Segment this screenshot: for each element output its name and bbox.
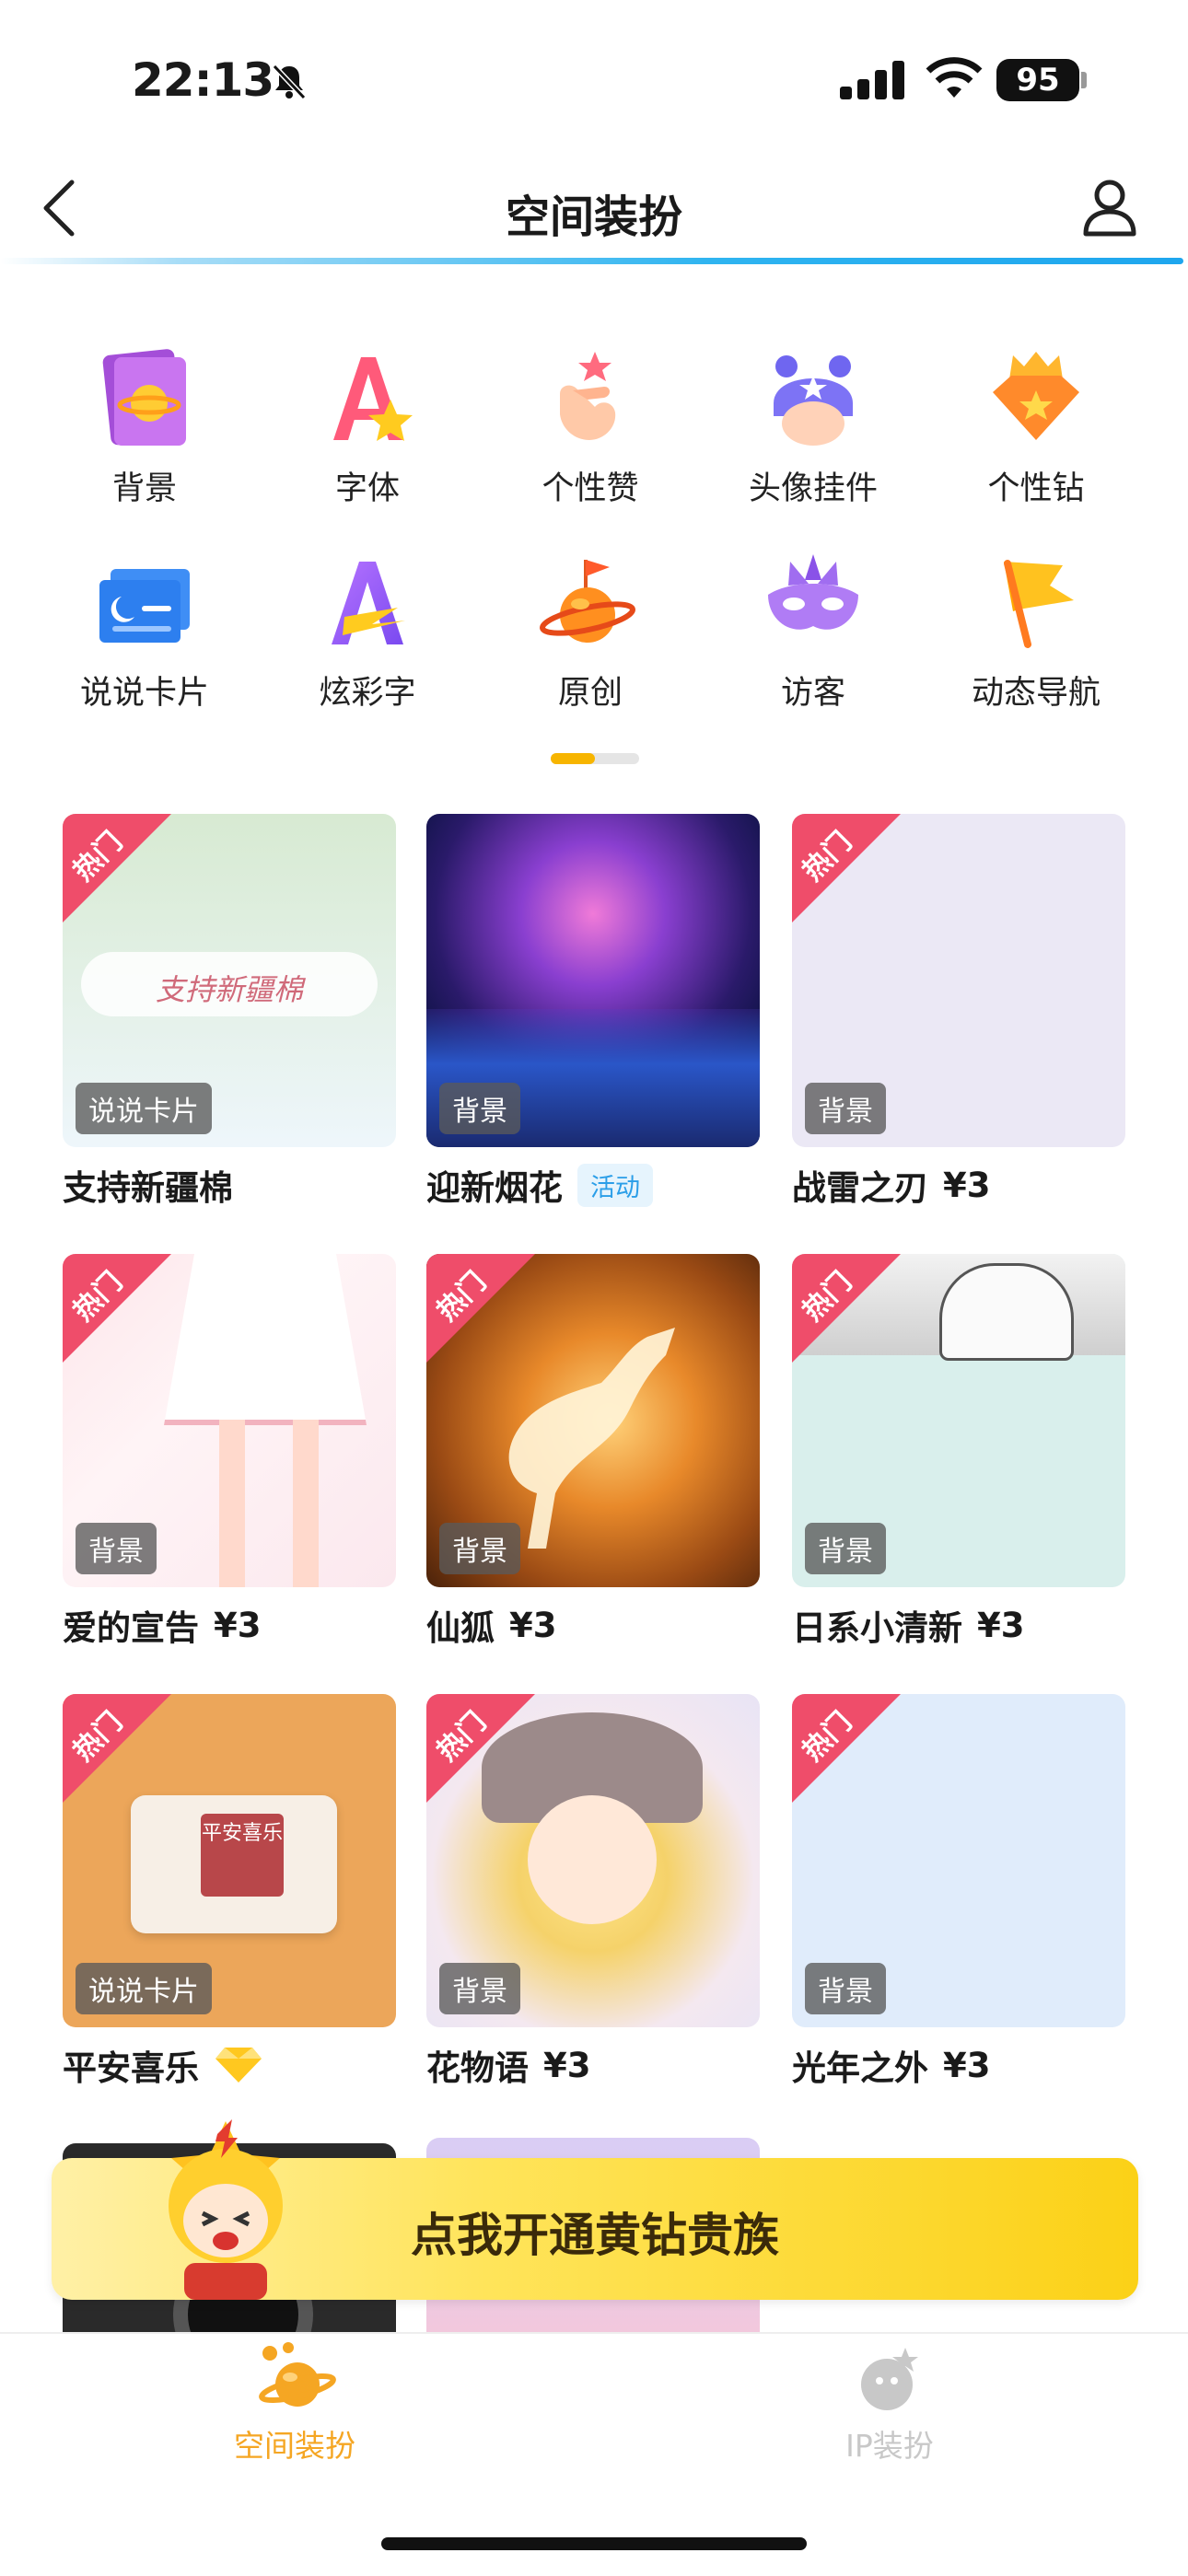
tab-label: 空间装扮 <box>234 2428 355 2464</box>
type-tag: 背景 <box>805 1963 886 2014</box>
avatar-pendant-icon <box>774 355 853 446</box>
item-preview: 热门 背景 <box>792 1254 1125 1587</box>
item-name: 爱的宣告 <box>63 1608 199 1648</box>
type-tag: 背景 <box>76 1523 157 1574</box>
item-preview: 热门 背景 <box>792 1694 1125 2027</box>
category-dynamic-nav[interactable]: 动态导航 <box>949 552 1124 714</box>
type-tag: 背景 <box>439 1083 520 1134</box>
type-tag: 背景 <box>439 1963 520 2014</box>
item-price: ¥3 <box>543 2045 591 2085</box>
category-label: 原创 <box>557 675 623 712</box>
category-label: 动态导航 <box>971 675 1101 712</box>
item-card[interactable]: 支持新疆棉 热门 说说卡片 支持新疆棉 <box>63 814 396 1210</box>
category-font[interactable]: 字体 <box>280 348 455 509</box>
character-face <box>528 1795 657 1924</box>
category-label: 说说卡片 <box>79 675 209 712</box>
mask-icon <box>768 554 858 630</box>
item-name: 支持新疆棉 <box>63 1168 233 1208</box>
category-visitor[interactable]: 访客 <box>726 552 901 714</box>
item-preview: 热门 背景 <box>792 814 1125 1147</box>
home-indicator <box>381 2537 807 2550</box>
category-background[interactable]: 背景 <box>57 348 232 509</box>
wifi-icon <box>926 57 983 98</box>
item-preview: 热门 背景 <box>63 1254 396 1587</box>
type-tag: 背景 <box>805 1523 886 1574</box>
like-hand-icon <box>560 352 616 440</box>
original-planet-icon <box>540 560 635 643</box>
item-card[interactable]: 热门 背景 花物语 ¥3 <box>426 1694 760 2090</box>
item-name: 日系小清新 <box>792 1608 962 1648</box>
category-moon-card[interactable]: 说说卡片 <box>57 552 232 714</box>
mascot-character-icon <box>169 2119 283 2300</box>
item-name: 迎新烟花 <box>426 1168 563 1208</box>
font-icon <box>333 357 413 441</box>
category-diamond[interactable]: 个性钻 <box>949 348 1124 509</box>
item-card[interactable]: 热门 背景 仙狐 ¥3 <box>426 1254 760 1650</box>
colorful-text-icon <box>332 562 405 644</box>
category-label: 背景 <box>111 470 177 507</box>
background-planet-icon <box>102 349 186 446</box>
item-price: ¥3 <box>943 1165 991 1205</box>
silent-bell-icon <box>272 64 307 100</box>
category-avatar-pendant[interactable]: 头像挂件 <box>726 348 901 509</box>
category-label: 头像挂件 <box>748 470 878 507</box>
item-name: 仙狐 <box>426 1608 495 1648</box>
type-tag: 说说卡片 <box>76 1963 212 2014</box>
item-price: ¥3 <box>943 2045 991 2085</box>
item-card[interactable]: 背景 迎新烟花 活动 <box>426 814 760 1210</box>
card-cloud-text: 支持新疆棉 <box>155 972 303 1007</box>
item-preview: 热门 背景 <box>426 1694 760 2027</box>
header-accent-line <box>0 258 1183 264</box>
category-label: 个性钻 <box>987 470 1085 507</box>
card-mini-text: 平安喜乐 <box>201 1814 284 1897</box>
activity-badge: 活动 <box>577 1163 653 1207</box>
type-tag: 说说卡片 <box>76 1083 212 1134</box>
ip-mascot-tab-icon <box>861 2348 918 2410</box>
item-preview: 热门 背景 <box>426 1254 760 1587</box>
category-original[interactable]: 原创 <box>503 552 678 714</box>
item-preview: 平安喜乐 热门 说说卡片 <box>63 1694 396 2027</box>
planet-tab-icon <box>259 2342 336 2407</box>
moon-card-icon <box>99 569 190 643</box>
item-preview: 支持新疆棉 热门 说说卡片 <box>63 814 396 1147</box>
category-colorful-text[interactable]: 炫彩字 <box>280 552 455 714</box>
skirt-shape <box>164 1254 367 1425</box>
item-card[interactable]: 平安喜乐 热门 说说卡片 平安喜乐 <box>63 1694 396 2090</box>
item-preview: 背景 <box>426 814 760 1147</box>
item-card[interactable]: 热门 背景 战雷之刃 ¥3 <box>792 814 1125 1210</box>
signal-icon <box>840 59 904 99</box>
item-card[interactable]: 热门 背景 光年之外 ¥3 <box>792 1694 1125 2090</box>
category-label: 字体 <box>334 470 400 507</box>
page-indicator-active <box>551 753 595 764</box>
item-price: ¥3 <box>509 1605 557 1645</box>
category-like[interactable]: 个性赞 <box>503 348 678 509</box>
type-tag: 背景 <box>805 1083 886 1134</box>
item-name: 花物语 <box>426 2048 529 2088</box>
page-indicator <box>551 753 639 764</box>
battery-cap <box>1081 72 1087 88</box>
battery-indicator: 95 <box>996 59 1079 101</box>
diamond-icon <box>215 2048 262 2083</box>
flag-icon <box>1004 560 1074 648</box>
item-card[interactable]: 热门 背景 日系小清新 ¥3 <box>792 1254 1125 1650</box>
item-price: ¥3 <box>977 1605 1025 1645</box>
item-name: 平安喜乐 <box>63 2048 199 2088</box>
diamond-icon <box>993 352 1079 440</box>
item-name: 光年之外 <box>792 2048 928 2088</box>
tab-label: IP装扮 <box>845 2428 934 2464</box>
tab-ip-decor[interactable]: IP装扮 <box>751 2340 1028 2466</box>
type-tag: 背景 <box>439 1523 520 1574</box>
item-name: 战雷之刃 <box>792 1168 928 1208</box>
page-title: 空间装扮 <box>505 191 682 243</box>
user-profile-icon[interactable] <box>1081 177 1138 239</box>
category-label: 个性赞 <box>542 470 639 507</box>
category-label: 炫彩字 <box>319 675 416 712</box>
status-time: 22:13 <box>132 53 274 107</box>
category-label: 访客 <box>780 675 845 712</box>
item-price: ¥3 <box>214 1605 262 1645</box>
item-card[interactable]: 热门 背景 爱的宣告 ¥3 <box>63 1254 396 1650</box>
tab-space-decor[interactable]: 空间装扮 <box>157 2340 433 2466</box>
